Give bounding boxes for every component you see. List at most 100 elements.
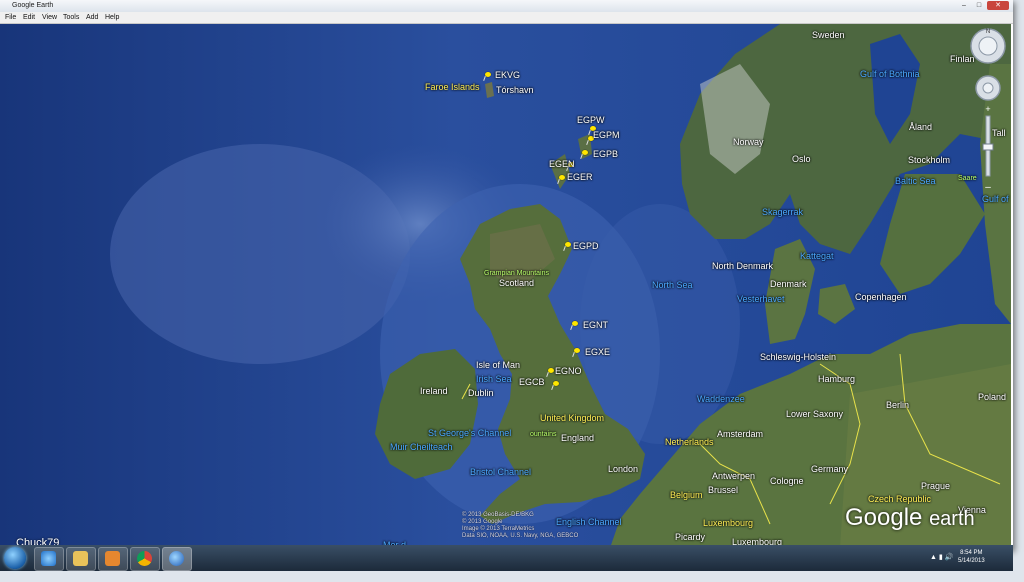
airport-pin-egnt[interactable] — [570, 321, 579, 330]
label-brussel: Brussel — [708, 485, 739, 495]
airport-pin-egno[interactable] — [546, 368, 555, 377]
label-isle-of-man: Isle of Man — [476, 360, 521, 370]
google-earth-logo: Google earth — [845, 504, 975, 532]
label-picardy: Picardy — [675, 532, 706, 542]
label-irish-sea: Irish Sea — [476, 374, 512, 384]
chrome-icon — [137, 551, 152, 566]
airport-pin-eger[interactable] — [557, 175, 566, 184]
logo-product: earth — [929, 508, 975, 530]
label-north-sea: North Sea — [652, 280, 693, 290]
label-baltic-sea: Baltic Sea — [895, 176, 936, 186]
media-player-icon — [105, 551, 120, 566]
airport-pin-ekvg[interactable] — [483, 72, 492, 81]
label-hamburg: Hamburg — [818, 374, 856, 384]
look-joystick[interactable]: N — [970, 28, 1006, 64]
label-united-kingdom: United Kingdom — [540, 413, 605, 423]
credit-line: Data SIO, NOAA, U.S. Navy, NGA, GEBCO — [462, 533, 579, 539]
internet-explorer-icon — [41, 551, 56, 566]
label-norway: Norway — [733, 137, 764, 147]
label-muir-cheilteach: Muir Cheilteach — [390, 442, 453, 452]
label-amsterdam: Amsterdam — [717, 429, 764, 439]
label-copenhagen: Copenhagen — [855, 292, 907, 302]
menu-view[interactable]: View — [42, 12, 57, 23]
label-czech-republic: Czech Republic — [868, 494, 932, 504]
menu-file[interactable]: File — [5, 12, 16, 23]
system-tray[interactable]: ▲ ▮ 🔊 — [930, 553, 953, 561]
credit-line: © 2013 Google — [462, 519, 503, 525]
earth-map-view[interactable]: EKVG EGPW EGPM EGPB EGEN EGER EGPD EGNT … — [0, 24, 1011, 548]
airport-label-eger[interactable]: EGER — [567, 172, 593, 182]
folder-icon — [73, 551, 88, 566]
close-button[interactable]: ✕ — [987, 1, 1009, 10]
label-ireland: Ireland — [420, 386, 448, 396]
move-joystick[interactable] — [975, 75, 1001, 101]
imagery-credits: © 2013 GeoBasis-DE/BKG © 2013 Google Ima… — [462, 512, 578, 540]
label-luxembourg-country: Luxembourg — [703, 518, 754, 528]
label-prague: Prague — [921, 481, 951, 491]
label-denmark: Denmark — [770, 279, 807, 289]
airport-pin-egxe[interactable] — [572, 348, 581, 357]
logo-brand: Google — [845, 504, 923, 531]
maximize-button[interactable]: □ — [972, 1, 986, 10]
clock-time: 8:54 PM — [960, 550, 983, 556]
label-kattegat: Kattegat — [800, 251, 834, 261]
label-england: England — [561, 433, 595, 443]
label-stockholm: Stockholm — [908, 155, 951, 165]
menu-help[interactable]: Help — [105, 12, 119, 23]
airport-label-egxe[interactable]: EGXE — [585, 347, 610, 357]
label-north-denmark: North Denmark — [712, 261, 774, 271]
airport-label-egno[interactable]: EGNO — [555, 366, 582, 376]
google-earth-icon — [169, 551, 184, 566]
minimize-button[interactable]: – — [957, 1, 971, 10]
start-button[interactable] — [4, 547, 26, 569]
credit-line: © 2013 GeoBasis-DE/BKG — [462, 512, 534, 518]
menu-tools[interactable]: Tools — [63, 12, 79, 23]
taskbar-internet-explorer[interactable] — [34, 547, 64, 571]
airport-label-egcb[interactable]: EGCB — [519, 377, 545, 387]
taskbar-file-explorer[interactable] — [66, 547, 96, 571]
label-vesterhavet: Vesterhavet — [737, 294, 785, 304]
windows-taskbar: ▲ ▮ 🔊 8:54 PM 5/14/2013 — [0, 545, 1013, 571]
window-title: Google Earth — [12, 2, 54, 9]
menu-bar: File Edit View Tools Add Help — [0, 12, 1013, 24]
airport-label-egpd[interactable]: EGPD — [573, 241, 599, 251]
label-london: London — [608, 464, 639, 474]
clock-date: 5/14/2013 — [958, 558, 985, 564]
label-faroe-islands: Faroe Islands — [425, 82, 480, 92]
airport-label-egen[interactable]: EGEN — [549, 159, 575, 169]
taskbar-chrome[interactable] — [130, 547, 160, 571]
label-schleswig-holstein: Schleswig-Holstein — [760, 352, 837, 362]
label-scotland: Scotland — [499, 278, 535, 288]
svg-text:+: + — [985, 104, 990, 114]
label-poland: Poland — [978, 392, 1007, 402]
airport-label-egpb[interactable]: EGPB — [593, 149, 618, 159]
label-netherlands: Netherlands — [665, 437, 714, 447]
airport-pin-egcb[interactable] — [551, 381, 560, 390]
label-oslo: Oslo — [792, 154, 811, 164]
label-gulf-of-bothnia: Gulf of Bothnia — [860, 69, 920, 79]
google-earth-window: Google Earth – □ ✕ File Edit View Tools … — [0, 0, 1013, 550]
svg-text:N: N — [986, 29, 990, 35]
label-cologne: Cologne — [770, 476, 804, 486]
menu-edit[interactable]: Edit — [23, 12, 35, 23]
taskbar-media-player[interactable] — [98, 547, 128, 571]
label-lower-saxony: Lower Saxony — [786, 409, 844, 419]
airport-label-ekvg[interactable]: EKVG — [495, 70, 520, 80]
label-torshavn: Tórshavn — [496, 85, 534, 95]
label-st-georges-channel: St George's Channel — [428, 428, 512, 438]
taskbar-google-earth[interactable] — [162, 547, 192, 571]
label-belgium: Belgium — [670, 490, 703, 500]
credit-line: Image © 2013 TerraMetrics — [462, 526, 535, 532]
menu-add[interactable]: Add — [86, 12, 98, 23]
airport-label-egnt[interactable]: EGNT — [583, 320, 608, 330]
label-aland: Åland — [909, 122, 933, 132]
label-sweden: Sweden — [812, 30, 845, 40]
airport-pin-egpb[interactable] — [580, 150, 589, 159]
airport-label-egpm[interactable]: EGPM — [593, 130, 620, 140]
zoom-slider[interactable]: + – — [982, 104, 994, 193]
label-waddenzee: Waddenzee — [697, 394, 745, 404]
taskbar-clock[interactable]: 8:54 PM 5/14/2013 — [958, 549, 985, 565]
airport-label-egpw[interactable]: EGPW — [577, 115, 605, 125]
label-antwerpen: Antwerpen — [712, 471, 756, 481]
airport-pin-egpd[interactable] — [563, 242, 572, 251]
